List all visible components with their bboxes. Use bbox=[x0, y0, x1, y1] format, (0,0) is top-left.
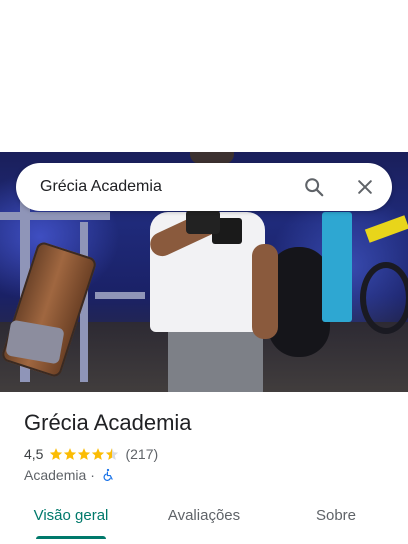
person-phone bbox=[186, 210, 220, 234]
wheelchair-accessible-icon bbox=[101, 468, 115, 482]
person-arm bbox=[252, 244, 278, 339]
star-full-icon bbox=[50, 448, 63, 460]
review-count: (217) bbox=[125, 446, 159, 462]
search-button[interactable] bbox=[298, 171, 330, 203]
place-info-panel: Grécia Academia 4,5 (217) Academia · Vis… bbox=[0, 392, 408, 544]
search-icon bbox=[303, 176, 325, 198]
person-shorts bbox=[168, 327, 263, 392]
star-full-icon bbox=[78, 448, 91, 460]
machine-frame bbox=[95, 292, 145, 299]
star-half-icon bbox=[106, 448, 119, 460]
active-tab-indicator bbox=[36, 536, 106, 539]
place-title: Grécia Academia bbox=[24, 410, 192, 435]
rating-stars bbox=[49, 447, 119, 461]
rating-row[interactable]: 4,5 (217) bbox=[24, 445, 158, 463]
place-tabs: Visão geral Avaliações Sobre bbox=[0, 496, 408, 540]
blue-column bbox=[322, 212, 352, 322]
close-button[interactable] bbox=[349, 171, 381, 203]
tab-about[interactable]: Sobre bbox=[282, 496, 390, 540]
place-category: Academia bbox=[24, 467, 87, 483]
close-icon bbox=[355, 177, 375, 197]
search-query-text[interactable]: Grécia Academia bbox=[40, 163, 162, 211]
rating-value: 4,5 bbox=[24, 446, 44, 462]
bike-wheel bbox=[360, 262, 408, 334]
star-full-icon bbox=[64, 448, 77, 460]
category-row: Academia · bbox=[24, 466, 115, 484]
star-full-icon bbox=[92, 448, 105, 460]
machine-frame bbox=[0, 212, 110, 220]
tab-overview[interactable]: Visão geral bbox=[16, 496, 126, 540]
search-bar[interactable]: Grécia Academia bbox=[16, 163, 392, 211]
tab-reviews[interactable]: Avaliações bbox=[149, 496, 259, 540]
blank-header-area bbox=[0, 0, 408, 152]
separator-dot: · bbox=[90, 467, 95, 483]
